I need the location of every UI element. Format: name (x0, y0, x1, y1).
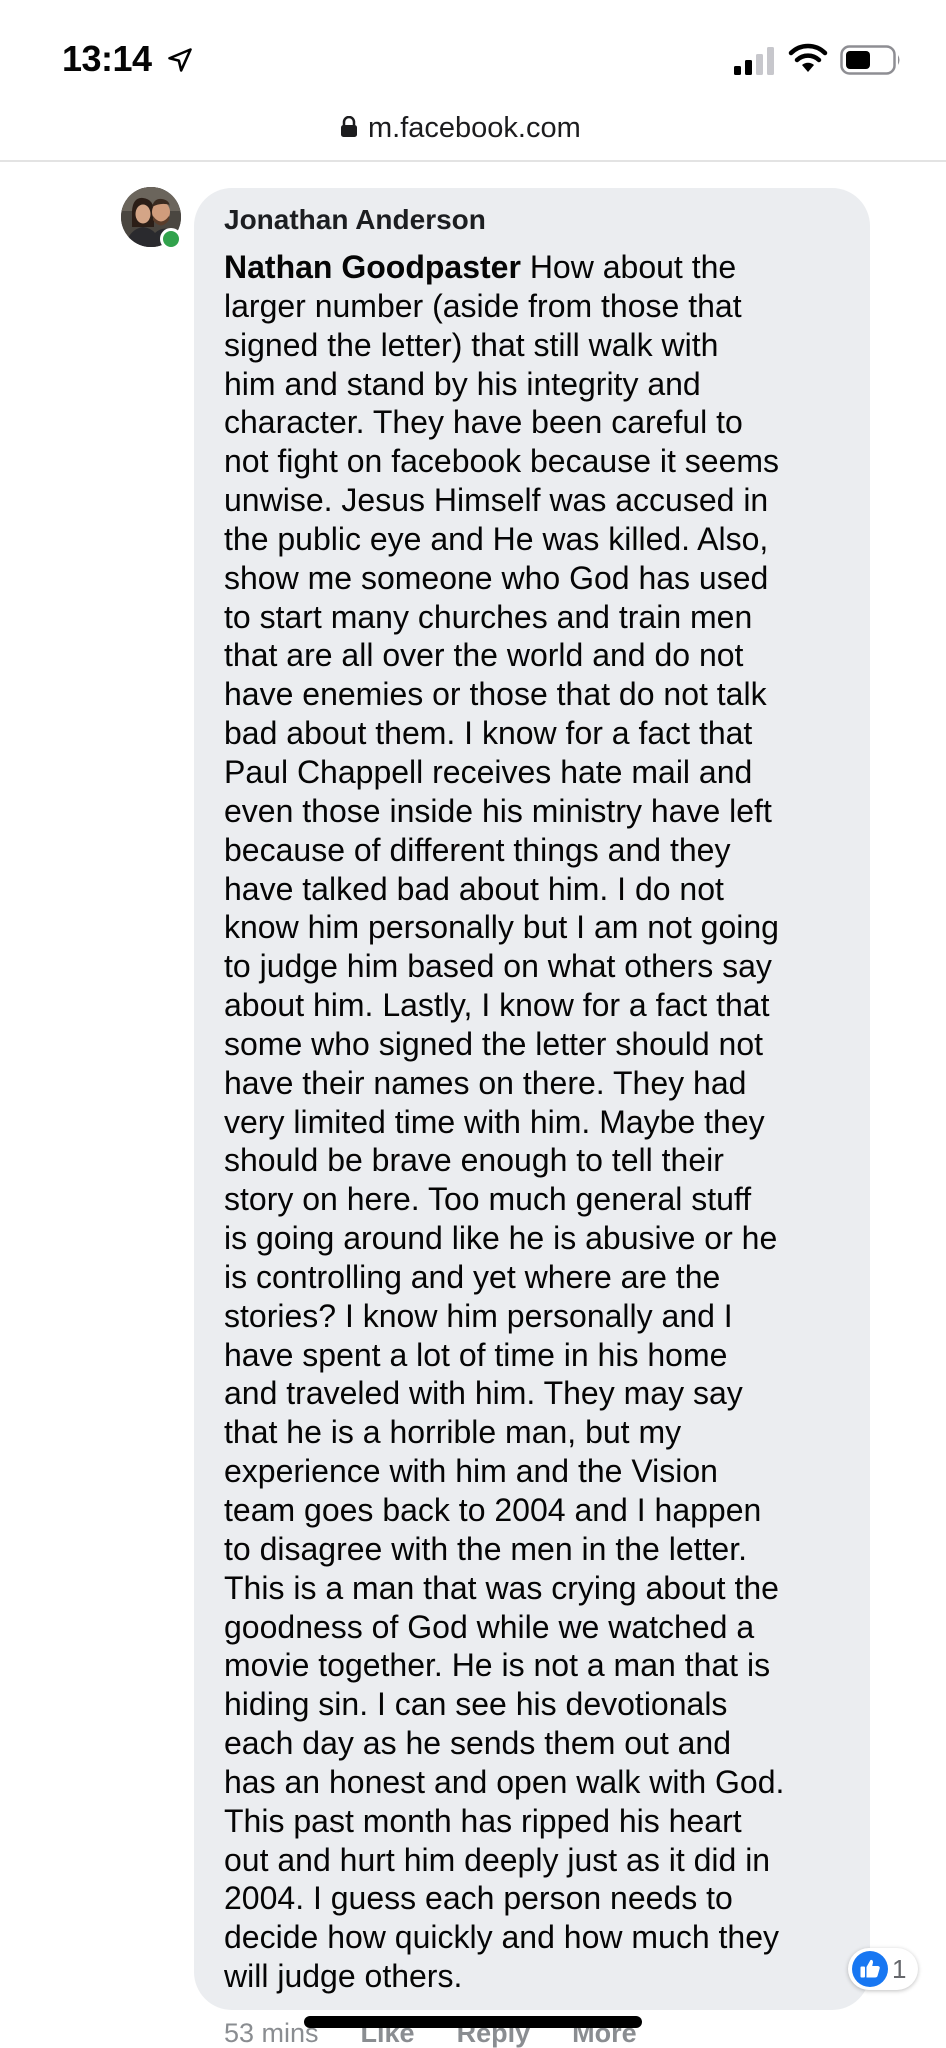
comment-line: movie together. He is not a man that is (224, 1647, 771, 1684)
comment-line: have talked bad about him. I do not (224, 870, 724, 907)
comment-line: very limited time with him. Maybe they (224, 1103, 765, 1140)
comment-line: This past month has ripped his heart (224, 1802, 742, 1839)
comment-line: have enemies or those that do not talk (224, 676, 767, 713)
comment-line: to judge him based on what others say (224, 948, 772, 985)
comment-line: even those inside his ministry have left (224, 792, 772, 829)
lock-icon (341, 116, 357, 137)
comment-line: is going around like he is abusive or he (224, 1220, 778, 1257)
like-icon (852, 1951, 888, 1987)
home-indicator[interactable] (304, 2016, 642, 2028)
comment-line: hiding sin. I can see his devotionals (224, 1686, 728, 1723)
comment-author[interactable]: Jonathan Anderson (224, 204, 486, 236)
comment-line: character. They have been careful to (224, 404, 743, 441)
comment-line: should be brave enough to tell their (224, 1142, 724, 1179)
comment-line: team goes back to 2004 and I happen (224, 1492, 762, 1528)
comment-line: each day as he sends them out and (224, 1725, 732, 1762)
comment-line: and traveled with him. They may say (224, 1375, 743, 1412)
comment-line: decide how quickly and how much they (224, 1919, 779, 1956)
cellular-signal-icon (734, 47, 774, 75)
comment-line: will judge others. (224, 1958, 463, 1995)
comment-line: signed the letter) that still walk with (224, 326, 719, 363)
location-arrow-icon (168, 48, 192, 72)
comment-line: him and stand by his integrity and (224, 365, 701, 402)
mention-tag[interactable]: Nathan Goodpaster (224, 249, 521, 285)
reaction-count: 1 (892, 1954, 907, 1984)
comment-line: to disagree with the men in the letter. (224, 1530, 747, 1567)
comment-line: that he is a horrible man, but my (224, 1414, 682, 1451)
comment-line: some who signed the letter should not (224, 1025, 763, 1062)
url-text[interactable]: m.facebook.com (368, 112, 581, 145)
comment-line: because of different things and they (224, 831, 731, 868)
comment-line: story on here. Too much general stuff (224, 1181, 752, 1218)
comment-line: 2004. I guess each person needs to (224, 1880, 733, 1917)
comment-line: show me someone who God has used (224, 559, 769, 596)
comment-line: experience with him and the Vision (224, 1453, 718, 1490)
comment-line: that are all over the world and do not (224, 637, 744, 674)
comment-line: stories? I know him personally and I (224, 1297, 733, 1334)
comment-line: not fight on facebook because it seems (224, 443, 780, 480)
comment-line: Paul Chappell receives hate mail and (224, 753, 753, 790)
comment-line: to start many churches and train men (224, 598, 753, 635)
comment-line: out and hurt him deeply just as it did i… (224, 1841, 771, 1878)
comment-line: have spent a lot of time in his home (224, 1336, 728, 1373)
reaction-summary[interactable]: 1 (848, 1948, 918, 1990)
comment-line: bad about them. I know for a fact that (224, 715, 753, 752)
comment-line: is controlling and yet where are the (224, 1258, 721, 1295)
status-bar: 13:14 (0, 0, 946, 110)
comment-line: unwise. Jesus Himself was accused in (224, 482, 769, 519)
comment-line: This is a man that was crying about the (224, 1569, 779, 1606)
battery-icon (840, 45, 900, 75)
comment-line: about him. Lastly, I know for a fact tha… (224, 987, 770, 1024)
comment-line: larger number (aside from those that (224, 287, 742, 324)
wifi-icon (788, 43, 828, 72)
comment-line: have their names on there. They had (224, 1064, 747, 1101)
comment-line: How about the (520, 249, 737, 285)
online-status-dot (160, 228, 182, 250)
status-time: 13:14 (62, 38, 152, 79)
comment-line: has an honest and open walk with God. (224, 1763, 785, 1800)
comment-line: know him personally but I am not going (224, 909, 779, 946)
comment-text: Nathan Goodpaster How about the larger n… (224, 248, 850, 1996)
comment-line: the public eye and He was killed. Also, (224, 520, 769, 557)
comment-line: goodness of God while we watched a (224, 1608, 755, 1645)
